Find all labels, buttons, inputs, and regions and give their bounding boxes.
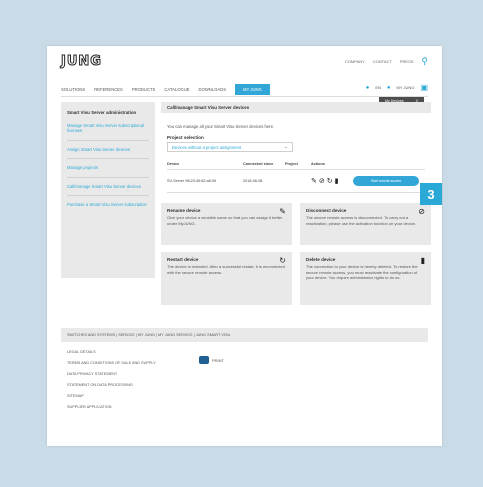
restart-text: The device is restarted. After a success… <box>167 264 285 275</box>
col-actions: Actions <box>311 162 325 166</box>
main-content: Call/manage Smart Visu Server devices Yo… <box>161 102 431 306</box>
delete-card: Delete device The connection to your dev… <box>300 252 431 306</box>
col-connected-since: Connected since <box>243 162 274 166</box>
disconnect-card: Disconnect device The secure remote acce… <box>300 203 431 246</box>
sidebar-divider <box>67 195 149 197</box>
user-icon[interactable]: ● <box>387 85 391 91</box>
nav-solutions[interactable]: SOLUTIONS <box>61 87 85 92</box>
account-link[interactable]: MY JUNG <box>397 85 415 90</box>
footer-link-data-processing[interactable]: STATEMENT ON DATA PROCESSING <box>67 383 156 387</box>
connected-since: 2018-06-08 <box>243 179 263 184</box>
sidebar-item-assign-devices[interactable]: Assign Smart Visu Server devices <box>61 144 155 155</box>
table-row: SV-Server 98:23:45:62:a8:39 2018-06-08 ✎… <box>167 170 425 194</box>
company-link[interactable]: COMPANY <box>345 59 365 64</box>
footer-breadcrumb-bar[interactable]: SWITCHES AND SYSTEMS | SERVICE | MY JUNG… <box>61 328 428 342</box>
project-select[interactable]: Devices without a project assignment ⌄ <box>167 142 293 152</box>
disconnect-text: The secure remote access is disconnected… <box>306 215 417 226</box>
sidebar-item-licenses[interactable]: Manage Smart Visu Server subscriptional … <box>61 120 155 137</box>
restart-title: Restart device <box>167 257 199 263</box>
trash-icon[interactable]: ▮ <box>335 177 339 185</box>
cart-icon[interactable]: ▣ <box>420 83 428 92</box>
contact-link[interactable]: CONTACT <box>373 59 392 64</box>
project-selection-label: Project selection <box>167 135 204 140</box>
start-remote-access-button[interactable]: Start remote access <box>353 176 419 187</box>
pencil-icon[interactable]: ✎ <box>311 177 317 185</box>
meta-nav: COMPANY CONTACT PRESS ⚲ <box>345 57 428 66</box>
sidebar: Smart Visu Server administration Manage … <box>61 102 155 278</box>
rename-card: Rename device Give your device a sensibl… <box>161 203 292 246</box>
restart-icon: ↻ <box>279 256 286 266</box>
print-icon <box>199 356 209 364</box>
restart-card: Restart device The device is restarted. … <box>161 252 292 306</box>
nav-downloads[interactable]: DOWNLOADS <box>199 87 226 92</box>
pencil-icon: ✎ <box>279 207 286 217</box>
delete-title: Delete device <box>306 257 336 263</box>
nav-my-jung[interactable]: MY JUNG <box>235 84 270 95</box>
language-link[interactable]: EN <box>375 85 381 90</box>
action-cards: Rename device Give your device a sensibl… <box>161 203 431 306</box>
sidebar-item-projects[interactable]: Manage projects <box>61 162 155 173</box>
sidebar-heading: Smart Visu Server administration <box>67 110 137 115</box>
sidebar-divider <box>67 176 149 178</box>
footer-link-privacy[interactable]: DATA PRIVACY STATEMENT <box>67 372 156 376</box>
disconnect-icon[interactable]: ⊘ <box>319 177 325 185</box>
print-button[interactable]: PRINT <box>199 356 224 364</box>
jung-logo[interactable]: JUNG <box>61 54 102 70</box>
sidebar-item-purchase[interactable]: Purchase a Smart Visu Server subscriptio… <box>61 199 155 210</box>
web-page: JUNG COMPANY CONTACT PRESS ⚲ SOLUTIONS R… <box>47 46 442 446</box>
callout-badge: 3 <box>420 183 442 205</box>
footer-links: LEGAL DETAILS TERMS AND CONDITIONS OF SA… <box>67 350 156 416</box>
device-table-header: Device Connected since Project Actions <box>167 162 425 170</box>
col-project: Project <box>285 162 298 166</box>
sidebar-divider <box>67 158 149 160</box>
col-device: Device <box>167 162 180 166</box>
print-label: PRINT <box>212 357 224 363</box>
rename-title: Rename device <box>167 208 201 214</box>
intro-text: You can manage all your Smart Visu Serve… <box>167 124 275 129</box>
page-title: Call/manage Smart Visu Server devices <box>161 102 431 113</box>
chevron-down-icon: ⌄ <box>283 144 288 150</box>
footer-link-legal[interactable]: LEGAL DETAILS <box>67 350 156 354</box>
nav-references[interactable]: REFERENCES <box>94 87 123 92</box>
row-actions: ✎ ⊘ ↻ ▮ <box>311 177 347 185</box>
search-icon[interactable]: ⚲ <box>421 57 428 66</box>
disconnect-title: Disconnect device <box>306 208 347 214</box>
rename-text: Give your device a sensible name so that… <box>167 215 283 226</box>
trash-icon: ▮ <box>420 256 425 266</box>
sidebar-divider <box>67 139 149 141</box>
nav-catalogue[interactable]: CATALOGUE <box>164 87 189 92</box>
delete-text: The connection to your device is hereby … <box>306 264 418 280</box>
device-name: SV-Server 98:23:45:62:a8:39 <box>167 179 216 184</box>
footer-link-terms[interactable]: TERMS AND CONDITIONS OF SALE AND SUPPLY <box>67 361 156 365</box>
main-nav: SOLUTIONS REFERENCES PRODUCTS CATALOGUE … <box>61 84 270 95</box>
nav-right: ● EN ● MY JUNG ▣ <box>366 83 428 92</box>
project-select-value: Devices without a project assignment <box>172 144 242 150</box>
footer-link-supplier[interactable]: SUPPLIER APPLICATION <box>67 405 156 409</box>
restart-icon[interactable]: ↻ <box>327 177 333 185</box>
flag-icon[interactable]: ● <box>366 85 370 91</box>
disconnect-icon: ⊘ <box>418 207 425 217</box>
nav-products[interactable]: PRODUCTS <box>132 87 156 92</box>
press-link[interactable]: PRESS <box>400 59 414 64</box>
footer-link-sitemap[interactable]: SITEMAP <box>67 394 156 398</box>
sidebar-item-manage-devices[interactable]: Call/manage Smart Visu Server devices <box>61 181 155 192</box>
nav-divider <box>61 96 428 97</box>
